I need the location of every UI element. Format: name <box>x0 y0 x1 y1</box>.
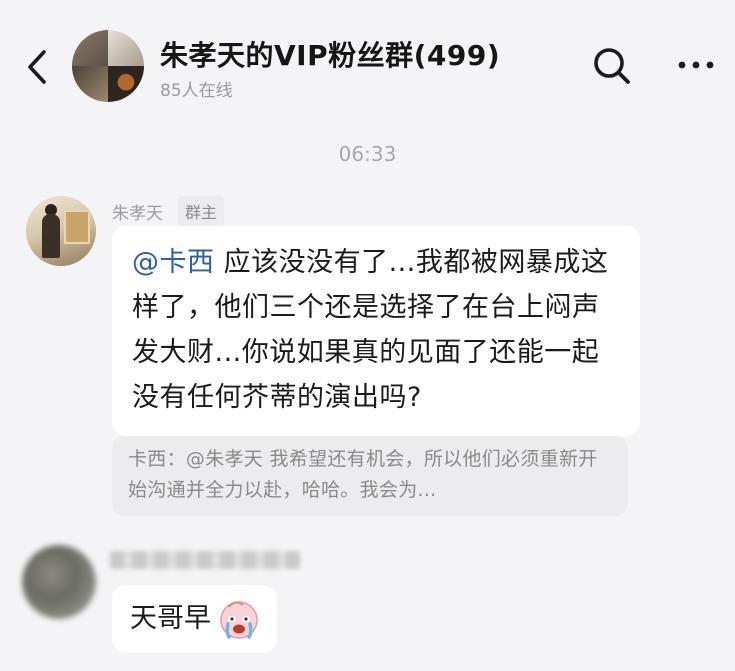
crying-face-emoji-icon <box>220 601 258 639</box>
message-timestamp: 06:33 <box>338 142 397 166</box>
message-bubble[interactable]: 天哥早 <box>112 585 277 653</box>
group-avatar-tile <box>72 66 108 102</box>
group-avatar[interactable] <box>72 30 144 102</box>
chat-header: 朱孝天的VIP粉丝群(499) 85人在线 <box>0 0 735 120</box>
mention-link[interactable]: @卡西 <box>132 247 215 278</box>
avatar[interactable] <box>22 545 96 619</box>
chevron-left-icon <box>28 50 46 84</box>
sender-name-blurred <box>110 551 300 569</box>
avatar[interactable] <box>26 196 96 266</box>
group-avatar-tile <box>108 30 144 66</box>
more-horizontal-icon <box>678 61 714 69</box>
role-badge: 群主 <box>178 196 225 226</box>
avatar-figure <box>42 214 60 258</box>
avatar-frame <box>64 210 90 244</box>
search-icon <box>594 48 630 84</box>
search-button[interactable] <box>590 44 634 88</box>
message-bubble[interactable]: @卡西 应该没没有了...我都被网暴成这样了，他们三个还是选择了在台上闷声发大财… <box>112 226 640 436</box>
online-count: 85人在线 <box>160 81 233 101</box>
back-button[interactable] <box>18 42 58 92</box>
group-title[interactable]: 朱孝天的VIP粉丝群(499) <box>160 34 500 74</box>
sender-name[interactable]: 朱孝天 <box>112 199 163 224</box>
more-button[interactable] <box>674 50 718 80</box>
message-text: 天哥早 <box>130 603 211 634</box>
group-avatar-tile <box>108 66 144 102</box>
quoted-reply[interactable]: 卡西：@朱孝天 我希望还有机会，所以他们必须重新开始沟通并全力以赴，哈哈。我会为… <box>112 436 628 516</box>
group-avatar-tile <box>72 30 108 66</box>
